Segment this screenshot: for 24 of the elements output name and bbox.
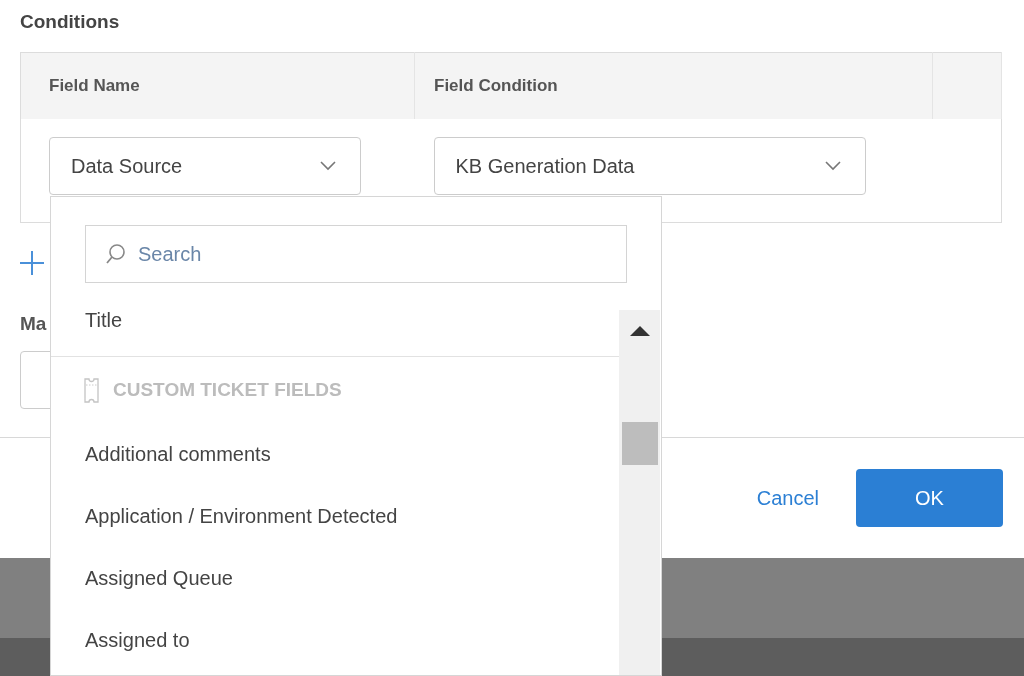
column-header: Field Condition	[433, 76, 558, 95]
section-title: Ma	[20, 312, 47, 335]
scrollbar-thumb[interactable]	[622, 422, 658, 465]
cancel-button[interactable]: Cancel	[756, 486, 819, 510]
plus-icon[interactable]	[20, 250, 44, 275]
scrollbar[interactable]	[619, 310, 660, 675]
select-field[interactable]: Data Source	[49, 137, 361, 195]
search-icon	[105, 243, 127, 265]
ok-button[interactable]: OK	[856, 469, 1003, 527]
chevron-down-icon	[824, 161, 841, 171]
dropdown-option[interactable]: Assigned to	[51, 609, 620, 671]
dropdown-option[interactable]: Additional comments	[51, 423, 620, 485]
select-value: Data Source	[71, 154, 183, 178]
ticket-icon	[84, 377, 99, 403]
column-header: Field Name	[48, 76, 140, 95]
group-heading: CUSTOM TICKET FIELDS	[113, 379, 342, 401]
select-value: KB Generation Data	[455, 154, 635, 178]
dropdown-option[interactable]: Application / Environment Detected	[51, 485, 620, 547]
chevron-down-icon	[320, 161, 336, 171]
dropdown-option[interactable]: Assigned Queue	[51, 547, 620, 609]
scroll-up-icon[interactable]	[630, 326, 650, 336]
select-field[interactable]: KB Generation Data	[433, 137, 866, 195]
section-title: Conditions	[20, 10, 121, 34]
search-field[interactable]: Search	[85, 225, 627, 283]
